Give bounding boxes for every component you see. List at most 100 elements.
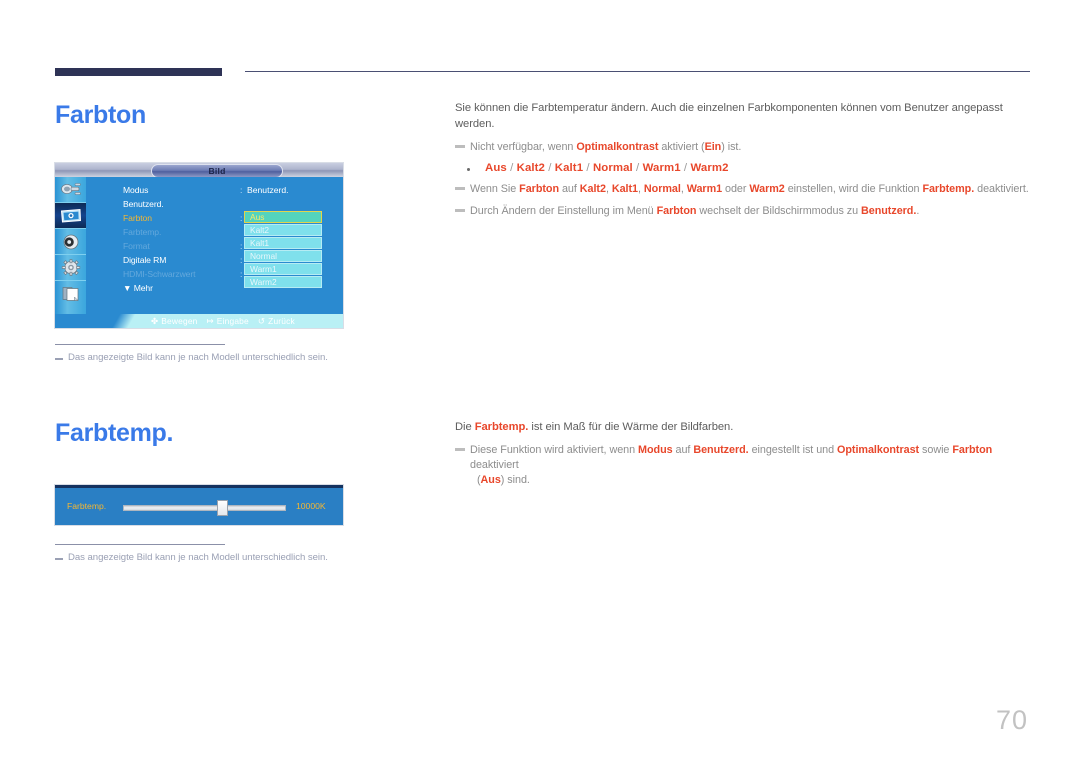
page-number: 70 <box>995 705 1028 735</box>
option-aus: Aus <box>485 162 507 174</box>
note-term-ein: Ein <box>704 141 722 153</box>
osd-sidebar-item-picture[interactable] <box>55 203 86 229</box>
back-label: Zurück <box>268 316 295 326</box>
figure-caption-rule-2 <box>55 544 225 545</box>
page-document-icon <box>62 286 79 301</box>
osd-sidebar-item-sound[interactable] <box>55 229 86 255</box>
ftn-term-benutzerd: Benutzerd. <box>693 444 749 456</box>
osd-screenshot-farbtemp-slider: Farbtemp. 10000K <box>55 485 343 525</box>
osd-dropdown-option-kalt2[interactable]: Kalt2 <box>244 224 322 236</box>
n2c: auf <box>559 183 580 195</box>
osd-dropdown-option-warm1[interactable]: Warm1 <box>244 263 322 275</box>
farbton-note-mode-switch: Durch Ändern der Einstellung im Menü Far… <box>455 204 1040 219</box>
bullet-dot-icon <box>467 168 470 171</box>
ftn-term-modus: Modus <box>638 444 673 456</box>
n3-term-benutzerd: Benutzerd. <box>861 205 917 217</box>
osd-colon-modus: : <box>240 185 243 195</box>
option-warm2: Warm2 <box>690 162 729 174</box>
ftn-l: ) sind. <box>500 474 530 486</box>
osd-title-label: Bild <box>151 164 283 178</box>
n3e: . <box>916 205 920 217</box>
n2-term-normal: Normal <box>643 183 681 195</box>
n2-term-warm2: Warm2 <box>749 183 785 195</box>
ftn-g: sowie <box>919 444 953 456</box>
osd-item-farbtemp: Farbtemp. <box>123 227 162 237</box>
osd-farbton-dropdown[interactable]: Aus Kalt2 Kalt1 Normal Warm1 Warm2 <box>244 211 322 289</box>
sound-speaker-icon <box>63 234 78 249</box>
ftn-term-optimalkontrast: Optimalkontrast <box>837 444 920 456</box>
osd-item-digitale-rm[interactable]: Digitale RM <box>123 255 166 265</box>
ftn-e: eingestellt ist und <box>748 444 838 456</box>
figure-note-1: Das angezeigte Bild kann je nach Modell … <box>55 352 328 363</box>
slider-value: 10000K <box>296 501 326 511</box>
n2-term-farbtemp: Farbtemp. <box>922 183 975 195</box>
figure-note-dash-icon <box>55 558 63 560</box>
osd-sidebar <box>55 177 86 314</box>
osd-item-hdmi-schwarzwert: HDMI-Schwarzwert <box>123 269 196 279</box>
farbtemp-description-column: Die Farbtemp. ist ein Maß für die Wärme … <box>455 419 1040 495</box>
farbton-note-unavailable: Nicht verfügbar, wenn Optimalkontrast ak… <box>455 140 1040 155</box>
osd-sidebar-item-input[interactable] <box>55 177 86 203</box>
option-kalt1: Kalt1 <box>554 162 584 174</box>
note-text-c: aktiviert ( <box>658 141 705 153</box>
osd-menu-body: Modus : Benutzerd. Benutzerd. Farbton : … <box>86 177 343 314</box>
ft-intro-c: ist ein Maß für die Wärme der Bildfarben… <box>528 421 734 433</box>
osd-colon-format: : <box>240 241 243 251</box>
osd-item-benutzerd[interactable]: Benutzerd. <box>123 199 164 209</box>
option-kalt2: Kalt2 <box>516 162 545 174</box>
n2m: einstellen, wird die Funktion <box>784 183 923 195</box>
n2a: Wenn Sie <box>470 183 520 195</box>
osd-dropdown-option-aus[interactable]: Aus <box>244 211 322 223</box>
osd-value-modus: Benutzerd. <box>247 185 289 195</box>
osd-dropdown-option-normal[interactable]: Normal <box>244 250 322 262</box>
osd-colon-digitale-rm: : <box>240 255 243 265</box>
page-title-farbton: Farbton <box>55 101 146 129</box>
page-title-farbtemp: Farbtemp. <box>55 419 174 447</box>
n3-term-farbton: Farbton <box>656 205 697 217</box>
header-rule-thick <box>55 68 222 76</box>
osd-dropdown-option-warm2[interactable]: Warm2 <box>244 276 322 288</box>
header-rule-thin <box>245 71 1030 72</box>
ft-term-farbtemp: Farbtemp. <box>474 421 529 433</box>
back-return-icon: ↺ <box>257 316 266 326</box>
osd-item-mehr[interactable]: ▼ Mehr <box>123 283 153 293</box>
farbton-note-deactivates-farbtemp: Wenn Sie Farbton auf Kalt2, Kalt1, Norma… <box>455 182 1040 197</box>
option-warm1: Warm1 <box>642 162 681 174</box>
enter-label: Eingabe <box>216 316 249 326</box>
n2o: deaktiviert. <box>974 183 1029 195</box>
figure-note-2: Das angezeigte Bild kann je nach Modell … <box>55 552 328 563</box>
osd-sidebar-item-support[interactable] <box>55 281 86 306</box>
farbton-intro-paragraph: Sie können die Farbtemperatur ändern. Au… <box>455 102 1003 130</box>
osd-colon-hdmi: : <box>240 269 243 279</box>
osd-title-bar: Bild <box>55 163 343 178</box>
osd-dropdown-option-kalt1[interactable]: Kalt1 <box>244 237 322 249</box>
note-term-optimalkontrast: Optimalkontrast <box>576 141 659 153</box>
osd-screenshot-picture-menu: Bild Modus: Benutzerd. Benutzerd. Farbt… <box>55 163 343 328</box>
input-plug-icon <box>60 182 81 195</box>
slider-track[interactable] <box>123 505 286 511</box>
ftn-a: Diese Funktion wird aktiviert, wenn <box>470 444 639 456</box>
osd-item-modus[interactable]: Modus <box>123 185 148 195</box>
osd-colon-farbton: : <box>240 213 243 223</box>
ftn-term-farbton: Farbton <box>952 444 993 456</box>
slider-figure-top-bar <box>55 485 343 488</box>
farbton-description-column: Sie können die Farbtemperatur ändern. Au… <box>455 100 1040 226</box>
farbtemp-intro-paragraph: Die Farbtemp. ist ein Maß für die Wärme … <box>455 419 1040 435</box>
n2-term-kalt1: Kalt1 <box>611 183 638 195</box>
osd-footer-hints: ✤ Bewegen ↦ Eingabe ↺ Zurück <box>151 314 295 328</box>
n3a: Durch Ändern der Einstellung im Menü <box>470 205 657 217</box>
osd-item-farbton[interactable]: Farbton <box>123 213 152 223</box>
note-text-e: ) ist. <box>721 141 742 153</box>
ftn-i: deaktiviert <box>470 459 519 471</box>
picture-display-icon <box>60 208 81 223</box>
figure-caption-rule-1 <box>55 344 225 345</box>
move-arrows-icon: ✤ <box>151 316 159 326</box>
osd-sidebar-item-settings[interactable] <box>55 255 86 281</box>
n2-term-kalt2: Kalt2 <box>579 183 606 195</box>
osd-footer-bar: ✤ Bewegen ↦ Eingabe ↺ Zurück <box>55 314 343 328</box>
note-dash-icon <box>455 209 465 212</box>
note-dash-icon <box>455 187 465 190</box>
figure-note-2-text: Das angezeigte Bild kann je nach Modell … <box>68 552 328 563</box>
ftn-term-aus: Aus <box>480 474 501 486</box>
slider-knob[interactable] <box>217 500 228 516</box>
